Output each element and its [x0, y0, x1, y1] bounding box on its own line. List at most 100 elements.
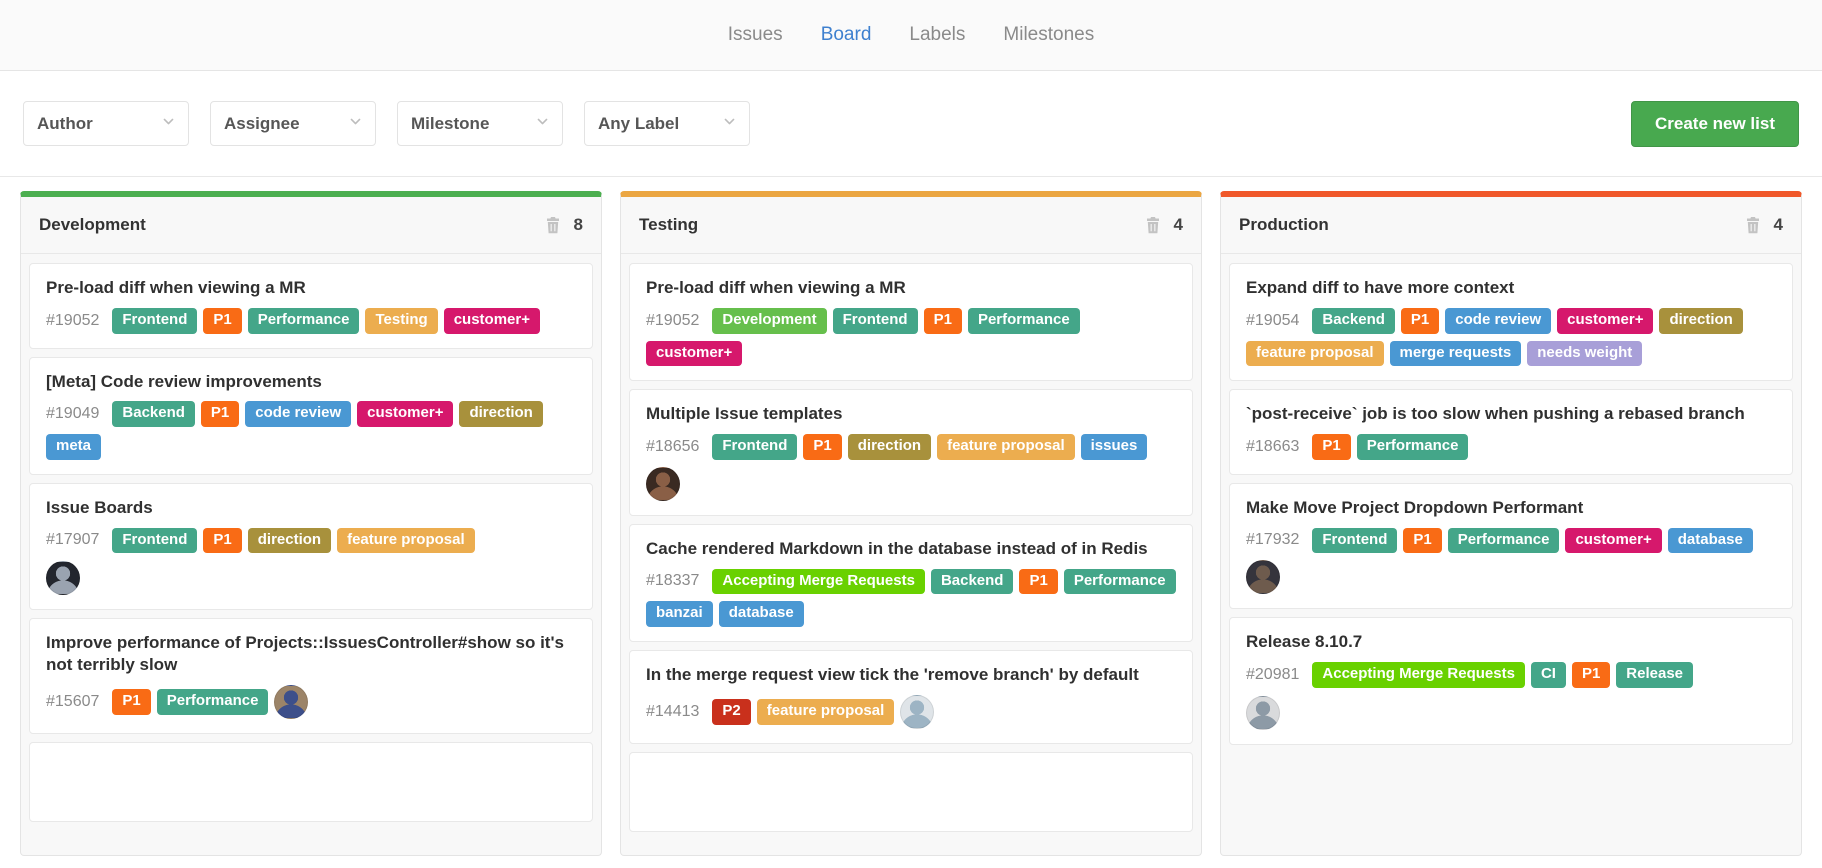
- label-badge-performance[interactable]: Performance: [1448, 528, 1560, 554]
- label-badge-frontend[interactable]: Frontend: [833, 308, 918, 334]
- label-badge-customer[interactable]: customer+: [444, 308, 540, 334]
- label-badge-meta[interactable]: meta: [46, 434, 101, 460]
- label-badge-database[interactable]: database: [1668, 528, 1753, 554]
- label-badge-backend[interactable]: Backend: [1312, 308, 1395, 334]
- column-tools: 4: [1745, 215, 1783, 235]
- label-badge-development[interactable]: Development: [712, 308, 826, 334]
- label-badge-frontend[interactable]: Frontend: [112, 308, 197, 334]
- issue-number: #19052: [46, 312, 99, 330]
- issue-card[interactable]: Expand diff to have more context#19054Ba…: [1229, 263, 1793, 381]
- issue-number: #17907: [46, 531, 99, 549]
- label-badge-customer[interactable]: customer+: [357, 401, 453, 427]
- card-meta: #18656 FrontendP1 directionfeature proposa…: [646, 434, 1176, 501]
- issue-card[interactable]: Multiple Issue templates#18656FrontendP1…: [629, 389, 1193, 516]
- issue-card[interactable]: Cache rendered Markdown in the database …: [629, 524, 1193, 642]
- trash-icon[interactable]: [1145, 217, 1161, 234]
- label-badge-backend[interactable]: Backend: [112, 401, 195, 427]
- issue-card[interactable]: Issue Boards #17907 FrontendP1 directionfea…: [29, 483, 593, 611]
- label-badge-p1[interactable]: P1: [1403, 528, 1441, 554]
- label-badge-feature-proposal[interactable]: feature proposal: [937, 434, 1075, 460]
- tab-milestones[interactable]: Milestones: [1003, 24, 1094, 46]
- label-badge-accepting-merge-requests[interactable]: Accepting Merge Requests: [1312, 662, 1525, 688]
- label-badge-p1[interactable]: P1: [112, 689, 150, 715]
- label-badge-frontend[interactable]: Frontend: [112, 528, 197, 554]
- label-badge-p1[interactable]: P1: [924, 308, 962, 334]
- tab-issues[interactable]: Issues: [728, 24, 783, 46]
- label-badge-ci[interactable]: CI: [1531, 662, 1566, 688]
- create-new-list-button[interactable]: Create new list: [1631, 101, 1799, 147]
- label-badge-p1[interactable]: P1: [1401, 308, 1439, 334]
- label-badge-performance[interactable]: Performance: [1064, 569, 1176, 595]
- label-badge-feature-proposal[interactable]: feature proposal: [757, 699, 895, 725]
- label-badge-direction[interactable]: direction: [1659, 308, 1742, 334]
- trash-icon[interactable]: [545, 217, 561, 234]
- label-badge-p1[interactable]: P1: [1312, 434, 1350, 460]
- label-badge-feature-proposal[interactable]: feature proposal: [337, 528, 475, 554]
- issue-number: #19052: [646, 312, 699, 330]
- filter-dropdown-author[interactable]: Author: [23, 101, 189, 146]
- label-badge-needs-weight[interactable]: needs weight: [1527, 341, 1642, 367]
- card-title: Issue Boards: [46, 497, 576, 519]
- label-badge-customer[interactable]: customer+: [1557, 308, 1653, 334]
- issue-card[interactable]: Pre-load diff when viewing a MR#19052Fro…: [29, 263, 593, 349]
- issue-card[interactable]: `post-receive` job is too slow when push…: [1229, 389, 1793, 475]
- board-column-production: Production4Expand diff to have more cont…: [1220, 191, 1802, 856]
- label-badge-customer[interactable]: customer+: [1565, 528, 1661, 554]
- avatar: [900, 695, 934, 729]
- label-badge-issues[interactable]: issues: [1081, 434, 1148, 460]
- label-badge-performance[interactable]: Performance: [1357, 434, 1469, 460]
- issue-card[interactable]: Pre-load diff when viewing a MR#19052Dev…: [629, 263, 1193, 381]
- issue-number: #15607: [46, 693, 99, 711]
- label-badge-p2[interactable]: P2: [712, 699, 750, 725]
- trash-icon[interactable]: [1745, 217, 1761, 234]
- issue-number: #14413: [646, 703, 699, 721]
- label-badge-banzai[interactable]: banzai: [646, 601, 713, 627]
- label-badge-merge-requests[interactable]: merge requests: [1390, 341, 1522, 367]
- label-badge-backend[interactable]: Backend: [931, 569, 1014, 595]
- filter-bar: Author Assignee Milestone Any Label Create …: [0, 71, 1822, 177]
- issue-card[interactable]: Make Move Project Dropdown Performant#17…: [1229, 483, 1793, 610]
- label-badge-p1[interactable]: P1: [203, 528, 241, 554]
- avatar-row: [1246, 696, 1776, 730]
- label-badge-direction[interactable]: direction: [848, 434, 931, 460]
- issue-card[interactable]: [Meta] Code review improvements#19049Bac…: [29, 357, 593, 475]
- label-badge-performance[interactable]: Performance: [157, 689, 269, 715]
- label-badge-direction[interactable]: direction: [459, 401, 542, 427]
- label-badge-database[interactable]: database: [719, 601, 804, 627]
- label-badge-customer[interactable]: customer+: [646, 341, 742, 367]
- issue-card-partial[interactable]: [29, 742, 593, 822]
- card-meta: #18337 Accepting Merge RequestsBackendP1 P…: [646, 569, 1176, 628]
- filter-dropdown-label: Assignee: [224, 114, 300, 134]
- card-title: [Meta] Code review improvements: [46, 371, 576, 393]
- label-badge-code-review[interactable]: code review: [1445, 308, 1551, 334]
- issue-card-partial[interactable]: [629, 752, 1193, 832]
- label-badge-p1[interactable]: P1: [1572, 662, 1610, 688]
- label-badge-frontend[interactable]: Frontend: [712, 434, 797, 460]
- issue-card[interactable]: In the merge request view tick the 'remo…: [629, 650, 1193, 744]
- label-badge-performance[interactable]: Performance: [248, 308, 360, 334]
- filter-dropdown-assignee[interactable]: Assignee: [210, 101, 376, 146]
- issue-number: #18337: [646, 572, 699, 590]
- label-badge-accepting-merge-requests[interactable]: Accepting Merge Requests: [712, 569, 925, 595]
- issue-card[interactable]: Release 8.10.7#20981Accepting Merge Requ…: [1229, 617, 1793, 745]
- label-badge-release[interactable]: Release: [1616, 662, 1693, 688]
- filter-dropdown-any-label[interactable]: Any Label: [584, 101, 750, 146]
- label-badge-code-review[interactable]: code review: [245, 401, 351, 427]
- label-badge-p1[interactable]: P1: [203, 308, 241, 334]
- label-badge-testing[interactable]: Testing: [365, 308, 437, 334]
- tab-labels[interactable]: Labels: [909, 24, 965, 46]
- filter-dropdown-milestone[interactable]: Milestone: [397, 101, 563, 146]
- tab-board[interactable]: Board: [821, 24, 872, 46]
- avatar-row: [46, 561, 576, 595]
- issue-number: #18656: [646, 438, 699, 456]
- label-badge-p1[interactable]: P1: [803, 434, 841, 460]
- avatar: [1246, 696, 1280, 730]
- column-count: 4: [1174, 215, 1183, 235]
- label-badge-p1[interactable]: P1: [1019, 569, 1057, 595]
- label-badge-feature-proposal[interactable]: feature proposal: [1246, 341, 1384, 367]
- label-badge-frontend[interactable]: Frontend: [1312, 528, 1397, 554]
- issue-card[interactable]: Improve performance of Projects::IssuesC…: [29, 618, 593, 734]
- label-badge-performance[interactable]: Performance: [968, 308, 1080, 334]
- label-badge-direction[interactable]: direction: [248, 528, 331, 554]
- label-badge-p1[interactable]: P1: [201, 401, 239, 427]
